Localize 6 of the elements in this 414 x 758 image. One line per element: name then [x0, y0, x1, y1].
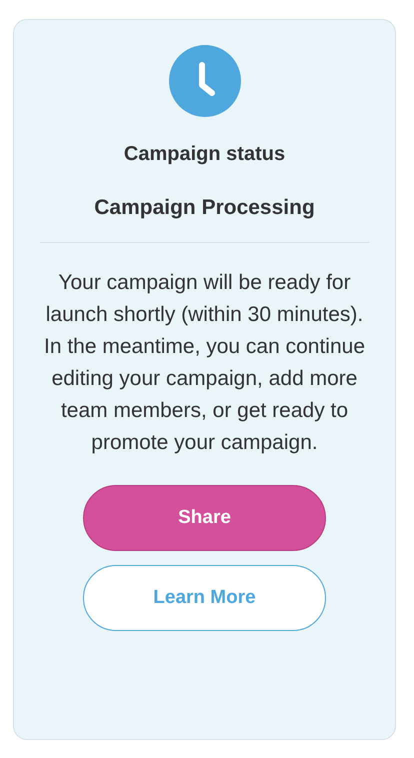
learn-more-button[interactable]: Learn More: [83, 565, 326, 631]
status-message: Your campaign will be ready for launch shortly (within 30 minutes). In the meantime, you can continue editing your campaign, add more team members, or get ready to promote your campaign.: [42, 270, 366, 456]
clock-icon: [168, 45, 240, 117]
status-text: Campaign Processing: [94, 196, 315, 220]
card-heading: Campaign status: [124, 143, 286, 166]
share-button[interactable]: Share: [83, 485, 326, 551]
